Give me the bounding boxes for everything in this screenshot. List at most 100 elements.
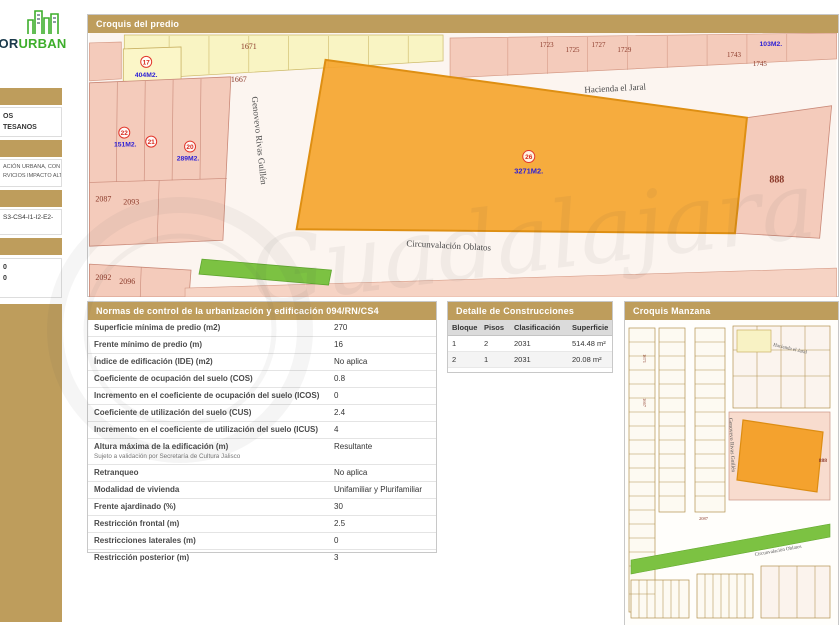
predio-map[interactable]: Genovevo Rivas Guillén Hacienda el Jaral… <box>88 33 838 297</box>
sidebar-info-address: OS TESANOS <box>0 107 62 137</box>
detalle-cell: 2 <box>480 336 510 352</box>
marker-17-number: 17 <box>143 59 151 66</box>
marker-21[interactable]: 21 <box>146 136 157 147</box>
normas-row: Incremento en el coeficiente de ocupació… <box>88 388 436 405</box>
normas-row: Superficie mínima de predio (m2)270 <box>88 320 436 337</box>
normas-row: Restricción frontal (m)2.5 <box>88 516 436 533</box>
normas-row-value: 3 <box>334 553 430 563</box>
detalle-col-header[interactable]: Superficie <box>568 320 612 336</box>
normas-row: Frente mínimo de predio (m)16 <box>88 337 436 354</box>
manzana-yellow-parcel <box>737 330 771 352</box>
detalle-header[interactable]: Detalle de Construcciones <box>448 302 612 320</box>
detalle-cell: 1 <box>448 336 480 352</box>
normas-row-label-group: Altura máxima de la edificación (m) Suje… <box>94 442 334 461</box>
normas-row-label: Incremento en el coeficiente de utilizac… <box>94 425 334 435</box>
logo-text-urbano: URBANO <box>18 36 66 51</box>
sidebar-section-bar-bottom[interactable] <box>0 304 62 622</box>
sidebar-section-bar-3[interactable] <box>0 190 62 207</box>
detalle-cell: 514.48 m² <box>568 336 612 352</box>
logo-text: VISORURBANO <box>0 36 66 51</box>
manzana-map[interactable]: Genovevo Rivas Guillén Hacienda el Jaral… <box>625 320 838 625</box>
croquis-predio-panel: Croquis del predio Genovevo Rivas Guillé… <box>87 14 839 297</box>
normas-row-value: 270 <box>334 323 430 333</box>
manzana-selected-parcel[interactable] <box>737 420 823 492</box>
manzana-house-number: 1667 <box>642 398 647 408</box>
house-number-888: 888 <box>769 174 784 185</box>
normas-row-label: Frente mínimo de predio (m) <box>94 340 334 350</box>
sidebar-info-zonificacion: S3-CS4-I1-I2-E2- <box>0 209 62 235</box>
normas-row: Restricción posterior (m)3 <box>88 550 436 566</box>
normas-row-label: Restricción frontal (m) <box>94 519 334 529</box>
normas-row-value: Resultante <box>334 442 430 452</box>
croquis-predio-header[interactable]: Croquis del predio <box>88 15 838 33</box>
marker-26[interactable]: 26 <box>523 151 535 163</box>
normas-row-label: Coeficiente de ocupación del suelo (COS) <box>94 374 334 384</box>
normas-table: Superficie mínima de predio (m2)270 Fren… <box>88 320 436 566</box>
area-label-103: 103M2. <box>760 41 783 48</box>
area-label-3271: 3271M2. <box>514 166 543 175</box>
normas-row-value: 0 <box>334 391 430 401</box>
marker-17[interactable]: 17 <box>141 56 152 67</box>
marker-22-number: 22 <box>121 130 129 137</box>
normas-row-label: Altura máxima de la edificación (m) <box>94 442 328 452</box>
sidebar-section-bar-4[interactable] <box>0 238 62 255</box>
normas-row: Índice de edificación (IDE) (m2)No aplic… <box>88 354 436 371</box>
detalle-cell: 20.08 m² <box>568 352 612 368</box>
detalle-col-header[interactable]: Clasificación <box>510 320 568 336</box>
normas-row-label: Frente ajardinado (%) <box>94 502 334 512</box>
normas-row-label: Retranqueo <box>94 468 334 478</box>
house-number: 2092 <box>95 273 111 282</box>
area-label-151: 151M2. <box>114 142 137 149</box>
normas-row-label: Incremento en el coeficiente de ocupació… <box>94 391 334 401</box>
normas-row-value: Unifamiliar y Plurifamiliar <box>334 485 430 495</box>
marker-20[interactable]: 20 <box>185 141 196 152</box>
visor-urbano-page: { "app": { "logo": { "part1": "VISOR", "… <box>0 0 840 630</box>
croquis-manzana-header[interactable]: Croquis Manzana <box>625 302 838 320</box>
normas-panel: Normas de control de la urbanización y e… <box>87 301 437 553</box>
normas-row-value: 2.4 <box>334 408 430 418</box>
normas-row-label: Restricción posterior (m) <box>94 553 334 563</box>
sidebar-info-clasificacion: ACIÓN URBANA, CON RVICIOS IMPACTO ALTO <box>0 159 62 187</box>
marker-22[interactable]: 22 <box>119 127 130 138</box>
city-skyline-icon <box>26 6 60 36</box>
marker-20-number: 20 <box>186 144 194 151</box>
detalle-cell: 1 <box>480 352 510 368</box>
normas-row: Frente ajardinado (%)30 <box>88 499 436 516</box>
detalle-col-header[interactable]: Pisos <box>480 320 510 336</box>
detalle-table: Bloque Pisos Clasificación Superficie 1 … <box>448 320 612 368</box>
normas-row-value: No aplica <box>334 357 430 367</box>
marker-21-number: 21 <box>148 139 156 146</box>
normas-row-note: Sujeto a validación por Secretaría de Cu… <box>94 453 328 461</box>
normas-row-label: Índice de edificación (IDE) (m2) <box>94 357 334 367</box>
sidebar-section-bar-2[interactable] <box>0 140 62 157</box>
manzana-house-number: 2087 <box>699 516 709 521</box>
house-number: 1743 <box>727 51 741 59</box>
normas-row-value: 0 <box>334 536 430 546</box>
house-number: 1667 <box>231 75 247 84</box>
normas-row-label: Restricciones laterales (m) <box>94 536 334 546</box>
normas-row-value: 2.5 <box>334 519 430 529</box>
house-number: 1671 <box>241 42 257 51</box>
manzana-house-number: 888 <box>819 458 828 464</box>
manzana-house-number: 1671 <box>642 354 647 363</box>
normas-row-label: Modalidad de vivienda <box>94 485 334 495</box>
detalle-cell: 2031 <box>510 352 568 368</box>
address-line: OS <box>3 111 58 122</box>
value-line-2: 0 <box>3 273 58 284</box>
normas-row-value: 4 <box>334 425 430 435</box>
clasificacion-line-2: RVICIOS IMPACTO ALTO <box>3 172 58 181</box>
house-number: 1725 <box>566 46 580 54</box>
normas-row-value: 30 <box>334 502 430 512</box>
house-number: 1729 <box>617 46 631 54</box>
sidebar: VISORURBANO OS TESANOS ACIÓN URBANA, CON… <box>0 0 66 630</box>
normas-row-value: 16 <box>334 340 430 350</box>
visor-urbano-logo[interactable]: VISORURBANO <box>0 6 66 58</box>
normas-row: Coeficiente de ocupación del suelo (COS)… <box>88 371 436 388</box>
house-number: 2096 <box>119 277 135 286</box>
normas-header[interactable]: Normas de control de la urbanización y e… <box>88 302 436 320</box>
logo-text-visor: VISOR <box>0 36 18 51</box>
sidebar-section-bar-1[interactable] <box>0 88 62 105</box>
zonificacion-codes: S3-CS4-I1-I2-E2- <box>3 213 58 223</box>
normas-row: RetranqueoNo aplica <box>88 465 436 482</box>
detalle-col-header[interactable]: Bloque <box>448 320 480 336</box>
